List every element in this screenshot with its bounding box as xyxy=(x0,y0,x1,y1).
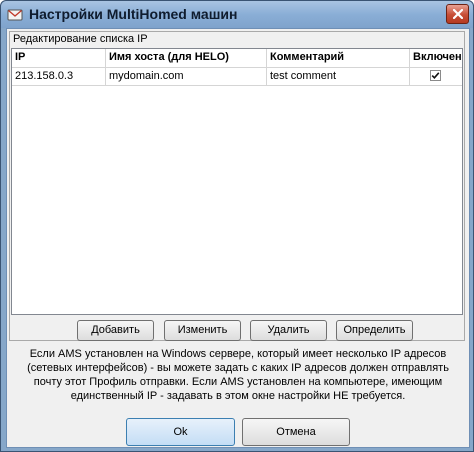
dialog-client-area: Редактирование списка IP IP Имя хоста (д… xyxy=(6,28,470,448)
cancel-button[interactable]: Отмена xyxy=(242,418,350,446)
title-bar[interactable]: Настройки MultiHomed машин xyxy=(1,1,473,28)
info-text: Если AMS установлен на Windows сервере, … xyxy=(7,347,469,403)
window-title: Настройки MultiHomed машин xyxy=(29,6,238,22)
info-line: почту этот Профиль отправки. Если AMS ус… xyxy=(33,376,443,388)
enabled-checkbox[interactable] xyxy=(430,70,441,81)
ok-button[interactable]: Ok xyxy=(126,418,235,446)
info-line: (сетевых интерфейсов) - вы можете задать… xyxy=(27,362,449,374)
dialog-window: Настройки MultiHomed машин Редактировани… xyxy=(0,0,474,452)
cell-comment: test comment xyxy=(267,68,410,85)
group-title: Редактирование списка IP xyxy=(13,33,148,45)
cell-hostname: mydomain.com xyxy=(106,68,267,85)
close-button[interactable] xyxy=(446,4,469,24)
info-line: единственный IP - задавать в этом окне н… xyxy=(70,390,406,402)
edit-button[interactable]: Изменить xyxy=(164,320,241,341)
delete-button[interactable]: Удалить xyxy=(250,320,327,341)
info-line: Если AMS установлен на Windows сервере, … xyxy=(29,348,447,360)
column-header-comment[interactable]: Комментарий xyxy=(267,49,410,67)
add-button[interactable]: Добавить xyxy=(77,320,154,341)
table-header: IP Имя хоста (для HELO) Комментарий Вклю… xyxy=(12,49,462,68)
column-header-ip[interactable]: IP xyxy=(12,49,106,67)
column-header-hostname[interactable]: Имя хоста (для HELO) xyxy=(106,49,267,67)
close-icon xyxy=(453,9,463,19)
ip-list-group: Редактирование списка IP IP Имя хоста (д… xyxy=(9,31,465,341)
detect-button[interactable]: Определить xyxy=(336,320,413,341)
table-row[interactable]: 213.158.0.3 mydomain.com test comment xyxy=(12,68,462,86)
app-icon xyxy=(7,9,23,21)
cell-ip: 213.158.0.3 xyxy=(12,68,106,85)
cell-enabled xyxy=(410,68,462,85)
column-header-enabled[interactable]: Включен xyxy=(410,49,462,67)
ip-table[interactable]: IP Имя хоста (для HELO) Комментарий Вклю… xyxy=(11,48,463,315)
